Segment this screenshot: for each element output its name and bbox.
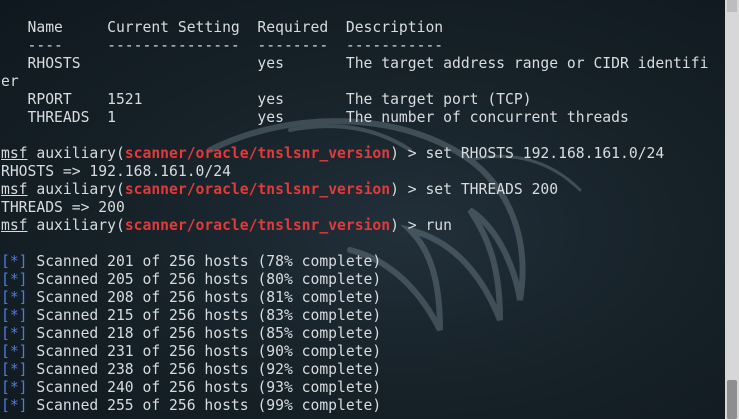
options-table-header: Name Current Setting Required Descriptio… <box>1 19 444 36</box>
command-output: RHOSTS => 192.168.161.0/24 <box>1 163 231 180</box>
prompt-auxiliary-open: auxiliary( <box>27 181 125 198</box>
scan-status-line: [*] Scanned 255 of 256 hosts (99% comple… <box>1 397 723 415</box>
module-name: scanner/oracle/tnslsnr_version <box>124 181 391 198</box>
scan-status-line: [*] Scanned 215 of 256 hosts (83% comple… <box>1 307 723 325</box>
prompt-auxiliary-close: ) > <box>390 145 426 162</box>
scan-status-line: [*] Scanned 231 of 256 hosts (90% comple… <box>1 343 723 361</box>
command-text: set THREADS 200 <box>425 181 559 198</box>
options-row-threads: THREADS 1 yes The number of concurrent t… <box>1 109 629 126</box>
command-line: msf auxiliary(scanner/oracle/tnslsnr_ver… <box>1 145 723 163</box>
scan-status-text: Scanned 255 of 256 hosts (99% complete) <box>27 397 382 414</box>
command-text: run <box>425 217 452 234</box>
options-row-rhosts-wrap: er <box>1 73 19 90</box>
command-text: set RHOSTS 192.168.161.0/24 <box>425 145 665 162</box>
scan-status-line: [*] Scanned 205 of 256 hosts (80% comple… <box>1 271 723 289</box>
options-row-rport: RPORT 1521 yes The target port (TCP) <box>1 91 532 108</box>
scan-status-text: Scanned 201 of 256 hosts (78% complete) <box>27 253 382 270</box>
scan-status-text: Scanned 208 of 256 hosts (81% complete) <box>27 289 382 306</box>
msf-prompt: msf <box>1 181 28 198</box>
scrollbar-thumb[interactable] <box>727 380 737 419</box>
command-line: msf auxiliary(scanner/oracle/tnslsnr_ver… <box>1 181 723 199</box>
scan-status-text: Scanned 215 of 256 hosts (83% complete) <box>27 307 382 324</box>
scan-status-line: [*] Scanned 208 of 256 hosts (81% comple… <box>1 289 723 307</box>
status-marker: [*] <box>1 253 28 270</box>
status-marker: [*] <box>1 307 28 324</box>
status-marker: [*] <box>1 289 28 306</box>
status-marker: [*] <box>1 361 28 378</box>
scan-status-text: Scanned 205 of 256 hosts (80% complete) <box>27 271 382 288</box>
scan-status-text: Scanned 238 of 256 hosts (92% complete) <box>27 361 382 378</box>
prompt-auxiliary-close: ) > <box>390 181 426 198</box>
prompt-auxiliary-open: auxiliary( <box>27 217 125 234</box>
scan-status-text: Scanned 218 of 256 hosts (85% complete) <box>27 325 382 342</box>
terminal-output: Name Current Setting Required Descriptio… <box>1 19 723 415</box>
terminal-window[interactable]: Name Current Setting Required Descriptio… <box>0 0 739 419</box>
prompt-auxiliary-open: auxiliary( <box>27 145 125 162</box>
scan-status-line: [*] Scanned 240 of 256 hosts (93% comple… <box>1 379 723 397</box>
status-marker: [*] <box>1 379 28 396</box>
status-marker: [*] <box>1 397 28 414</box>
scan-status-line: [*] Scanned 218 of 256 hosts (85% comple… <box>1 325 723 343</box>
module-name: scanner/oracle/tnslsnr_version <box>124 145 391 162</box>
scrollbar-track-top <box>727 0 737 12</box>
command-line: msf auxiliary(scanner/oracle/tnslsnr_ver… <box>1 217 723 235</box>
options-table-rule: ---- --------------- -------- ----------… <box>1 37 444 54</box>
scan-status-text: Scanned 240 of 256 hosts (93% complete) <box>27 379 382 396</box>
vertical-scrollbar[interactable] <box>725 0 739 419</box>
status-marker: [*] <box>1 325 28 342</box>
scan-status-text: Scanned 231 of 256 hosts (90% complete) <box>27 343 382 360</box>
scan-status-line: [*] Scanned 201 of 256 hosts (78% comple… <box>1 253 723 271</box>
command-output: THREADS => 200 <box>1 199 125 216</box>
scan-status-line: [*] Scanned 238 of 256 hosts (92% comple… <box>1 361 723 379</box>
status-marker: [*] <box>1 271 28 288</box>
msf-prompt: msf <box>1 217 28 234</box>
status-marker: [*] <box>1 343 28 360</box>
module-name: scanner/oracle/tnslsnr_version <box>124 217 391 234</box>
options-row-rhosts: RHOSTS yes The target address range or C… <box>1 55 709 72</box>
prompt-auxiliary-close: ) > <box>390 217 426 234</box>
msf-prompt: msf <box>1 145 28 162</box>
